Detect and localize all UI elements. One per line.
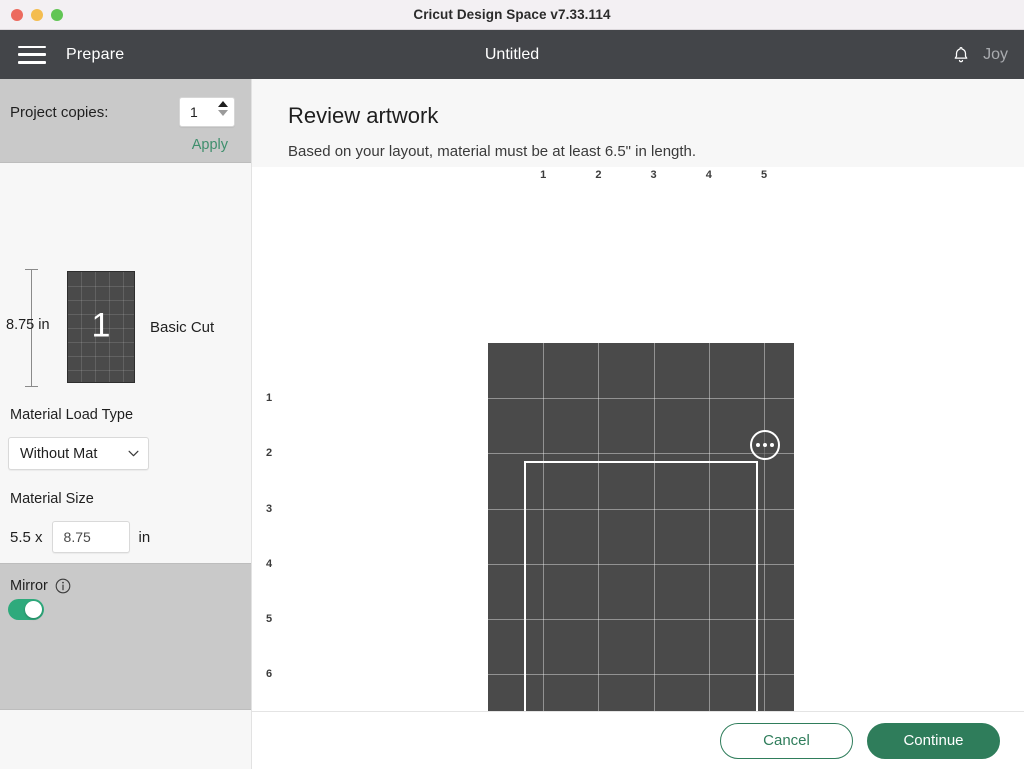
window-titlebar: Cricut Design Space v7.33.114 [0,0,1024,30]
app-window: Cricut Design Space v7.33.114 Prepare Un… [0,0,1024,769]
footer-sidebar-filler [0,712,252,769]
ruler-v-tick: 4 [266,557,273,570]
project-copies-label: Project copies: [10,103,109,121]
ruler-h-tick: 4 [705,169,712,181]
continue-button[interactable]: Continue [867,722,1000,759]
top-navbar: Prepare Untitled Joy [0,30,1024,79]
material-size-unit: in [138,528,151,546]
page-title: Review artwork [288,103,439,128]
mat-kind-label: Basic Cut [150,319,215,336]
mirror-toggle-knob [25,601,42,618]
main-content: Review artwork Based on your layout, mat… [252,79,1024,712]
left-sidebar: Project copies: 1 Apply 8.75 in 1 Basic … [0,79,252,769]
user-name-label[interactable]: Joy [983,46,1008,64]
bell-icon[interactable] [951,44,971,66]
navbar-right-group: Joy [951,44,1008,66]
material-size-label: Material Size [10,491,94,507]
chevron-down-icon [128,450,139,457]
vertical-ruler: 12345678 [252,167,282,711]
ruler-h-tick: 5 [760,169,768,181]
stepper-arrows[interactable] [218,101,228,116]
ruler-v-tick: 1 [266,392,273,405]
ruler-h-tick: 2 [595,169,602,181]
footer-actions: Cancel Continue [252,712,1024,769]
ruler-v-tick: 2 [266,447,273,460]
mat-gridline-horizontal [488,453,794,455]
ruler-v-tick: 3 [266,502,273,515]
caret-up-icon[interactable] [218,101,228,107]
material-load-type-value: Without Mat [20,445,98,462]
ruler-v-tick: 5 [266,613,273,625]
info-icon[interactable] [55,578,71,594]
ruler-h-tick: 3 [650,169,657,181]
mat-thumbnail[interactable]: 1 [67,271,135,383]
mirror-label: Mirror [10,578,48,594]
material-load-type-label: Material Load Type [10,407,134,423]
cancel-button[interactable]: Cancel [720,722,853,759]
window-title: Cricut Design Space v7.33.114 [413,7,611,22]
material-size-row: 5.5 x 8.75 in [10,521,150,553]
mirror-row: Mirror [10,578,71,594]
horizontal-ruler: 1 2 3 4 5 [252,167,1024,191]
ruler-v-tick: 6 [266,668,273,681]
artwork-bounding-box[interactable]: MILATIFFANYELINDEN [524,461,758,711]
project-copies-stepper[interactable]: 1 [179,97,235,127]
material-height-input[interactable]: 8.75 [51,521,130,553]
page-subtitle: Based on your layout, material must be a… [288,143,697,160]
caret-down-icon[interactable] [218,110,228,116]
material-load-type-select[interactable]: Without Mat [8,437,149,470]
mat-height-label: 8.75 in [6,317,50,333]
more-options-icon[interactable] [750,430,780,460]
ruler-h-tick: 1 [540,169,547,181]
mirror-toggle[interactable] [8,599,44,620]
canvas-area[interactable]: 12345 12345678 MILATIFFANYELINDEN 75% [252,167,1024,711]
hamburger-icon[interactable] [18,45,46,64]
mat-gridline-horizontal [488,398,794,400]
project-copies-panel: Project copies: 1 Apply [0,79,251,163]
material-width-value: 5.5 x [10,528,43,546]
apply-button[interactable]: Apply [10,137,235,153]
project-copies-value[interactable]: 1 [180,104,198,120]
mat-thumbnail-number: 1 [91,306,111,345]
nav-mode-label[interactable]: Prepare [66,46,124,64]
document-title: Untitled [484,45,540,63]
